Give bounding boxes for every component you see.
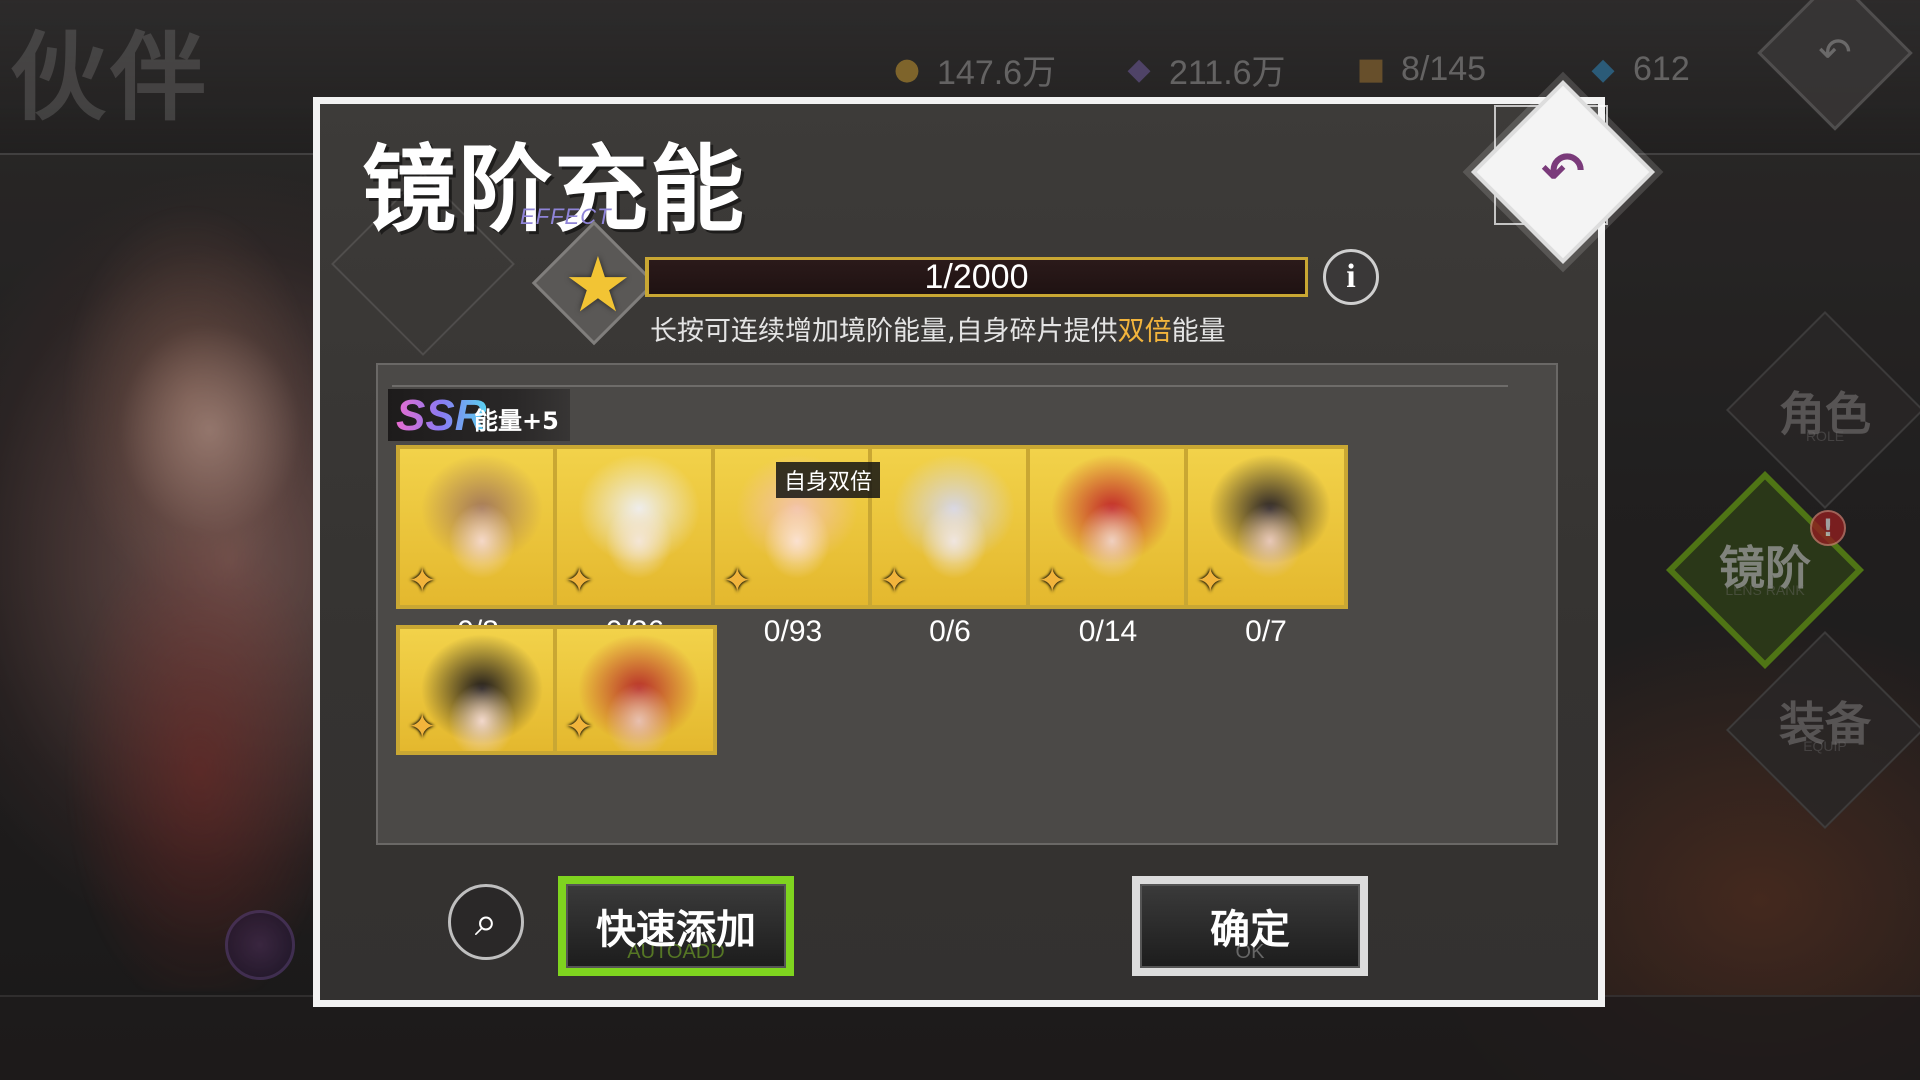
fragment-icon: ✦ bbox=[1196, 561, 1225, 601]
quick-add-button[interactable]: 快速添加 AUTOADD bbox=[558, 876, 794, 976]
search-icon: ⌕ bbox=[474, 899, 498, 945]
fragment-card-white-hair-girl[interactable]: ✦ bbox=[553, 445, 717, 609]
confirm-inner: 确定 OK bbox=[1140, 884, 1360, 968]
hint-prefix: 长按可连续增加境阶能量,自身碎片提供 bbox=[650, 316, 1118, 347]
fragment-card-brown-hair-girl[interactable]: ✦ bbox=[396, 445, 560, 609]
fragment-card-black-hat-woman[interactable]: ✦ bbox=[1184, 445, 1348, 609]
star-fragment-icon: ★ bbox=[563, 239, 633, 329]
confirm-button[interactable]: 确定 OK bbox=[1132, 876, 1368, 976]
info-button[interactable]: i bbox=[1323, 249, 1379, 305]
fragment-count: 0/6 bbox=[929, 615, 971, 648]
close-button[interactable]: ↶ bbox=[1471, 80, 1655, 264]
quick-add-label: 快速添加 bbox=[596, 907, 756, 953]
fragment-card-red-hair-man[interactable]: ✦ bbox=[1026, 445, 1190, 609]
fragment-count: 0/14 bbox=[1078, 615, 1138, 648]
lens-charge-dialog: 镜阶充能 EFFECT ↶ ★ 1/2000 i 长按可连续增加境阶能量,自身碎… bbox=[313, 80, 1655, 1007]
fragment-icon: ✦ bbox=[723, 561, 752, 601]
fragment-card-red-veil-girl[interactable]: ✦ bbox=[553, 625, 717, 755]
hint-suffix: 能量 bbox=[1171, 316, 1226, 347]
double-tag: 自身双倍 bbox=[776, 462, 881, 498]
rarity-energy: 能量+5 bbox=[474, 407, 559, 435]
fragment-card-black-hair-boy[interactable]: ✦ bbox=[396, 625, 560, 755]
divider bbox=[392, 385, 1508, 387]
fragment-icon: ✦ bbox=[565, 561, 594, 601]
fragment-icon: ✦ bbox=[408, 561, 437, 601]
fragment-panel: SSR 能量+5 ✦0/8✦0/26✦0/93✦0/6✦0/14✦0/7✦✦ 自… bbox=[376, 363, 1558, 845]
fragment-icon: ✦ bbox=[565, 707, 594, 747]
fragment-icon: ✦ bbox=[880, 561, 909, 601]
quick-add-inner: 快速添加 AUTOADD bbox=[566, 884, 786, 968]
energy-progress-bar: 1/2000 bbox=[645, 257, 1308, 297]
hint-text: 长按可连续增加境阶能量,自身碎片提供双倍能量 bbox=[650, 309, 1226, 348]
progress-text: 1/2000 bbox=[924, 257, 1029, 296]
hint-highlight: 双倍 bbox=[1117, 316, 1172, 347]
fragment-count: 0/7 bbox=[1245, 615, 1287, 648]
return-arrow-icon: ↶ bbox=[1541, 142, 1585, 202]
fragment-count: 0/93 bbox=[763, 615, 823, 648]
search-button[interactable]: ⌕ bbox=[448, 884, 524, 960]
rarity-label: SSR bbox=[396, 391, 487, 440]
confirm-label: 确定 bbox=[1210, 907, 1290, 953]
fragment-icon: ✦ bbox=[1038, 561, 1067, 601]
fragment-card-silver-hair-girl[interactable]: ✦ bbox=[868, 445, 1032, 609]
rarity-tag: SSR 能量+5 bbox=[388, 389, 570, 441]
fragment-icon: ✦ bbox=[408, 707, 437, 747]
